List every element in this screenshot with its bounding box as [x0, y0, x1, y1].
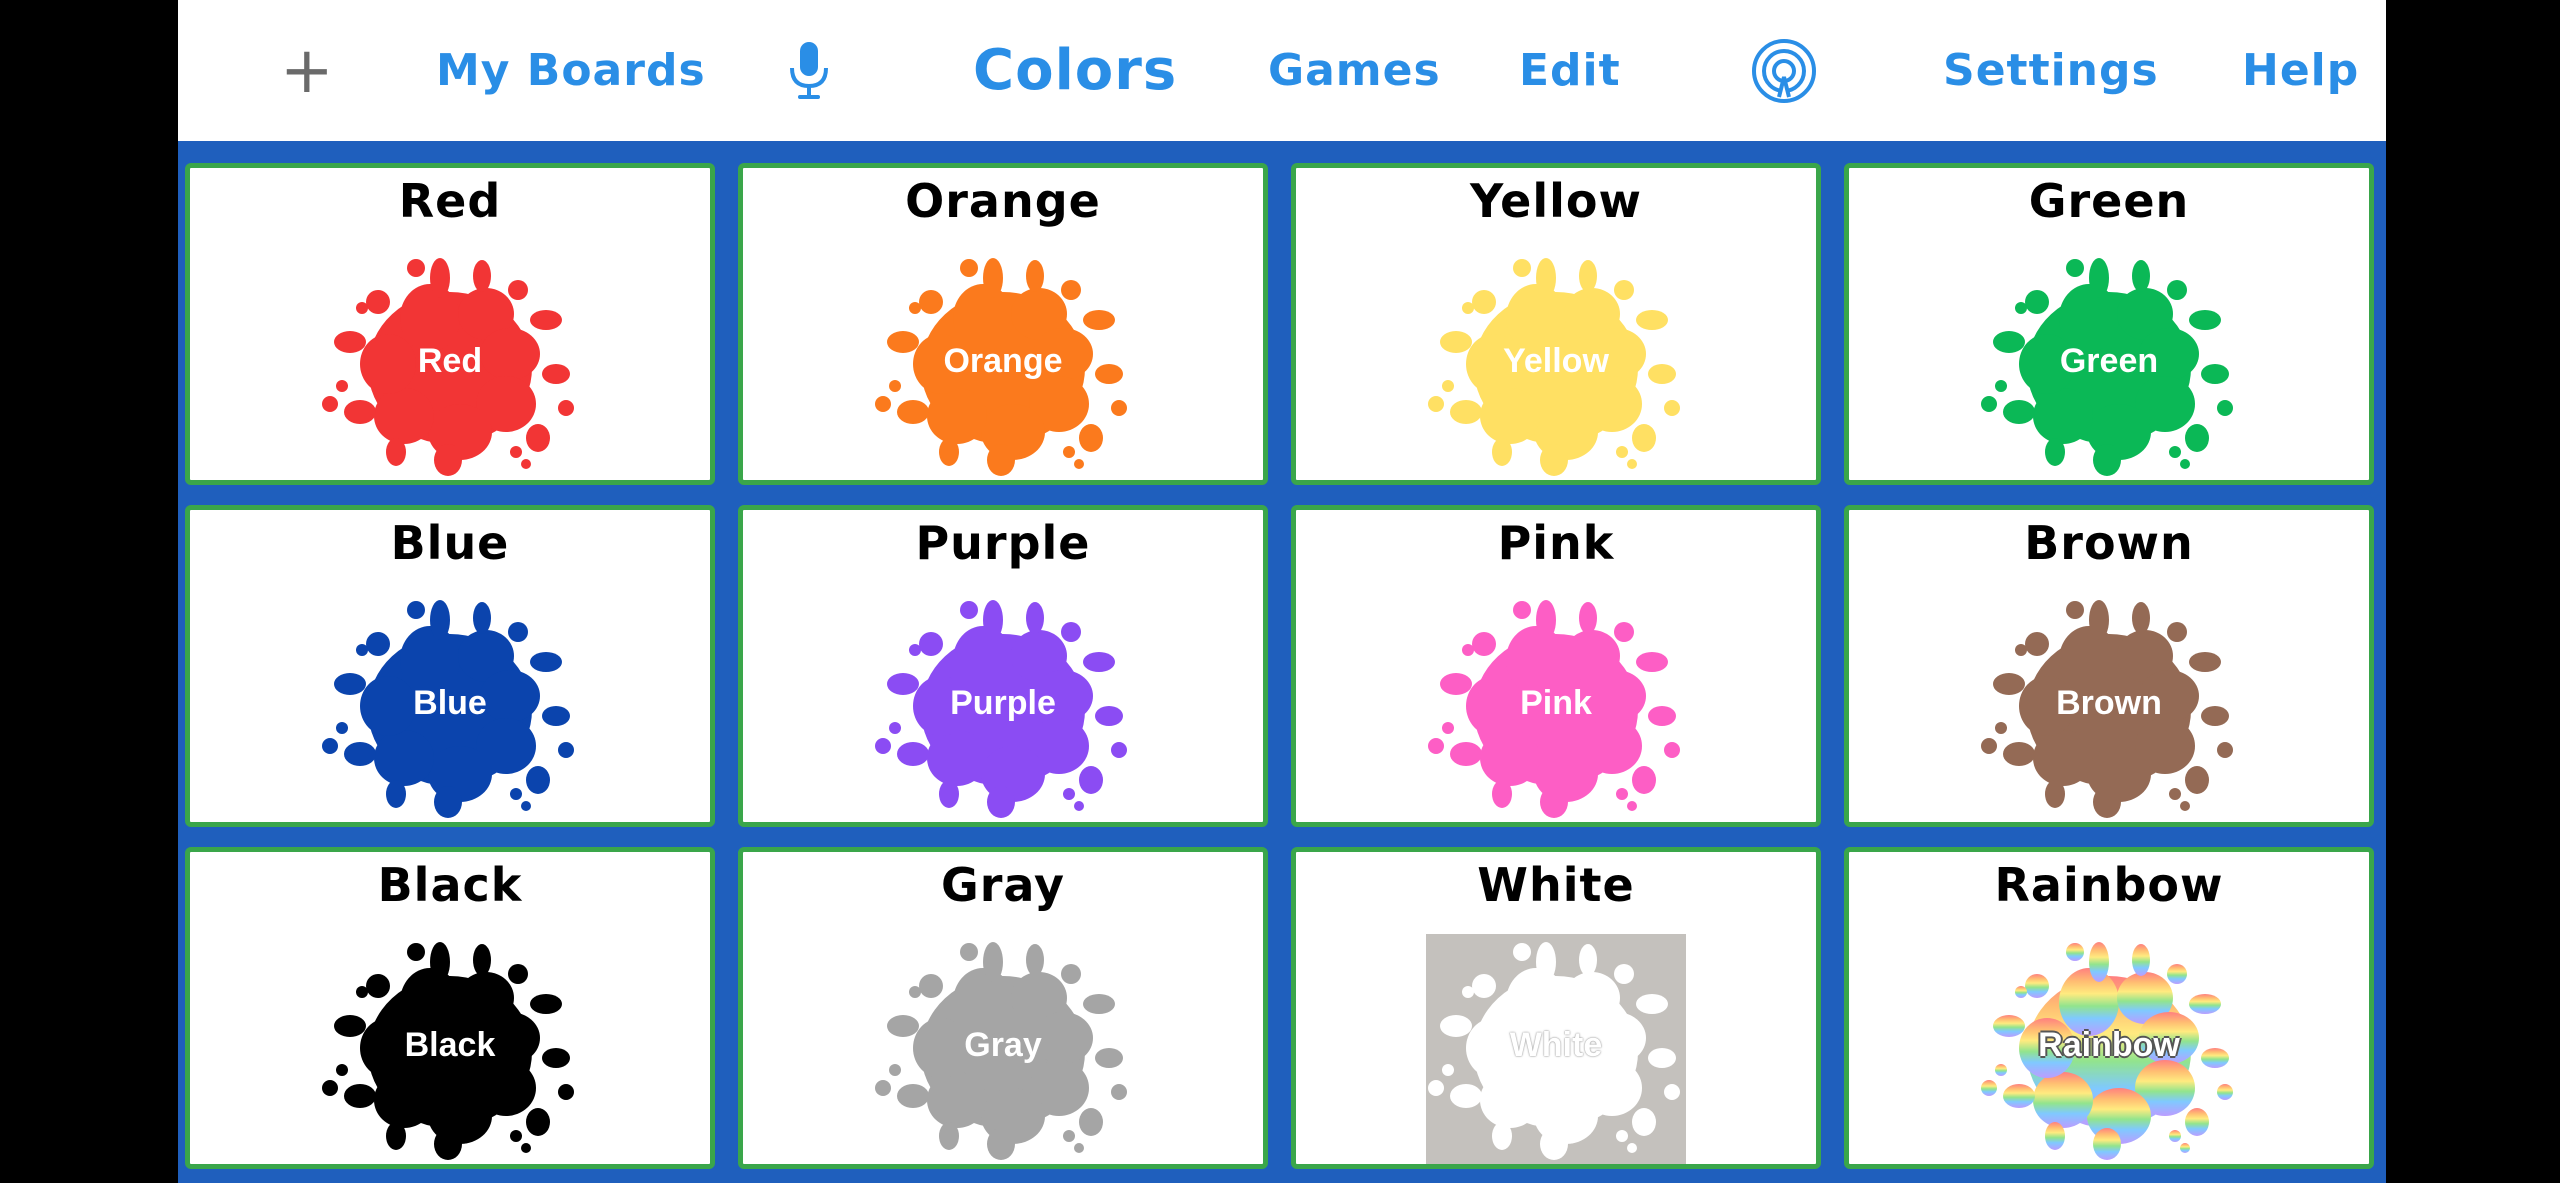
orange-splat-image: Orange: [873, 256, 1133, 480]
splat-caption: Blue: [413, 684, 487, 722]
tile-orange[interactable]: Orange Orange: [738, 163, 1268, 485]
top-toolbar: + My Boards Colors Games Edit Settings H…: [178, 0, 2386, 141]
settings-button[interactable]: Settings: [1943, 0, 2159, 141]
tile-label: Blue: [390, 516, 510, 570]
tile-brown[interactable]: Brown Brown: [1844, 505, 2374, 827]
tile-label: Orange: [905, 174, 1101, 228]
tile-label: Red: [398, 174, 502, 228]
splat-caption: Purple: [950, 684, 1056, 722]
broadcast-button[interactable]: [1750, 0, 1818, 141]
tile-red[interactable]: Red Red: [185, 163, 715, 485]
gray-splat-image: Gray: [873, 940, 1133, 1164]
tile-label: Purple: [915, 516, 1091, 570]
tile-label: Green: [2028, 174, 2190, 228]
broadcast-icon: [1752, 38, 1816, 103]
tile-white[interactable]: White White: [1291, 847, 1821, 1169]
splat-caption: White: [1509, 1026, 1603, 1064]
tile-label: Gray: [940, 858, 1066, 912]
splat-caption: Orange: [943, 342, 1063, 380]
purple-splat-image: Purple: [873, 598, 1133, 822]
games-button[interactable]: Games: [1268, 0, 1441, 141]
red-splat-image: Red: [320, 256, 580, 480]
tile-gray[interactable]: Gray Gray: [738, 847, 1268, 1169]
tile-blue[interactable]: Blue Blue: [185, 505, 715, 827]
tile-label: Yellow: [1470, 174, 1642, 228]
tile-green[interactable]: Green Green: [1844, 163, 2374, 485]
tile-yellow[interactable]: Yellow Yellow: [1291, 163, 1821, 485]
edit-button[interactable]: Edit: [1519, 0, 1621, 141]
board-grid: Red Red Orange Orange Yellow Yellow Gree…: [185, 163, 2379, 1183]
tile-label: Black: [377, 858, 523, 912]
plus-icon: +: [280, 33, 334, 108]
splat-caption: Red: [417, 342, 483, 380]
page-title-label: Colors: [973, 38, 1178, 103]
splat-caption: Yellow: [1503, 342, 1609, 380]
games-label: Games: [1268, 45, 1441, 96]
green-splat-image: Green: [1979, 256, 2239, 480]
tile-label: White: [1477, 858, 1635, 912]
help-label: Help: [2242, 45, 2360, 96]
my-boards-button[interactable]: My Boards: [436, 0, 706, 141]
white-splat-image: White: [1426, 934, 1686, 1164]
splat-caption: Rainbow: [2038, 1026, 2180, 1064]
black-splat-image: Black: [320, 940, 580, 1164]
add-board-button[interactable]: +: [280, 0, 334, 141]
blue-splat-image: Blue: [320, 598, 580, 822]
tile-label: Rainbow: [1994, 858, 2224, 912]
yellow-splat-image: Yellow: [1426, 256, 1686, 480]
tile-black[interactable]: Black Black: [185, 847, 715, 1169]
splat-caption: Gray: [964, 1026, 1042, 1064]
my-boards-label: My Boards: [436, 45, 706, 96]
pink-splat-image: Pink: [1426, 598, 1686, 822]
microphone-button[interactable]: [786, 0, 832, 141]
microphone-icon: [790, 41, 828, 99]
edit-label: Edit: [1519, 45, 1621, 96]
splat-caption: Black: [404, 1026, 496, 1064]
tile-label: Brown: [2024, 516, 2194, 570]
brown-splat-image: Brown: [1979, 598, 2239, 822]
rainbow-splat-image: Rainbow: [1979, 940, 2239, 1164]
page-title: Colors: [973, 0, 1177, 141]
tile-rainbow[interactable]: Rainbow Rainbow: [1844, 847, 2374, 1169]
tile-pink[interactable]: Pink Pink: [1291, 505, 1821, 827]
splat-caption: Brown: [2056, 684, 2162, 722]
help-button[interactable]: Help: [2242, 0, 2359, 141]
splat-caption: Green: [2059, 342, 2159, 380]
tile-label: Pink: [1497, 516, 1615, 570]
app-window: + My Boards Colors Games Edit Settings H…: [178, 0, 2386, 1183]
settings-label: Settings: [1943, 45, 2159, 96]
tile-purple[interactable]: Purple Purple: [738, 505, 1268, 827]
splat-caption: Pink: [1520, 684, 1592, 722]
